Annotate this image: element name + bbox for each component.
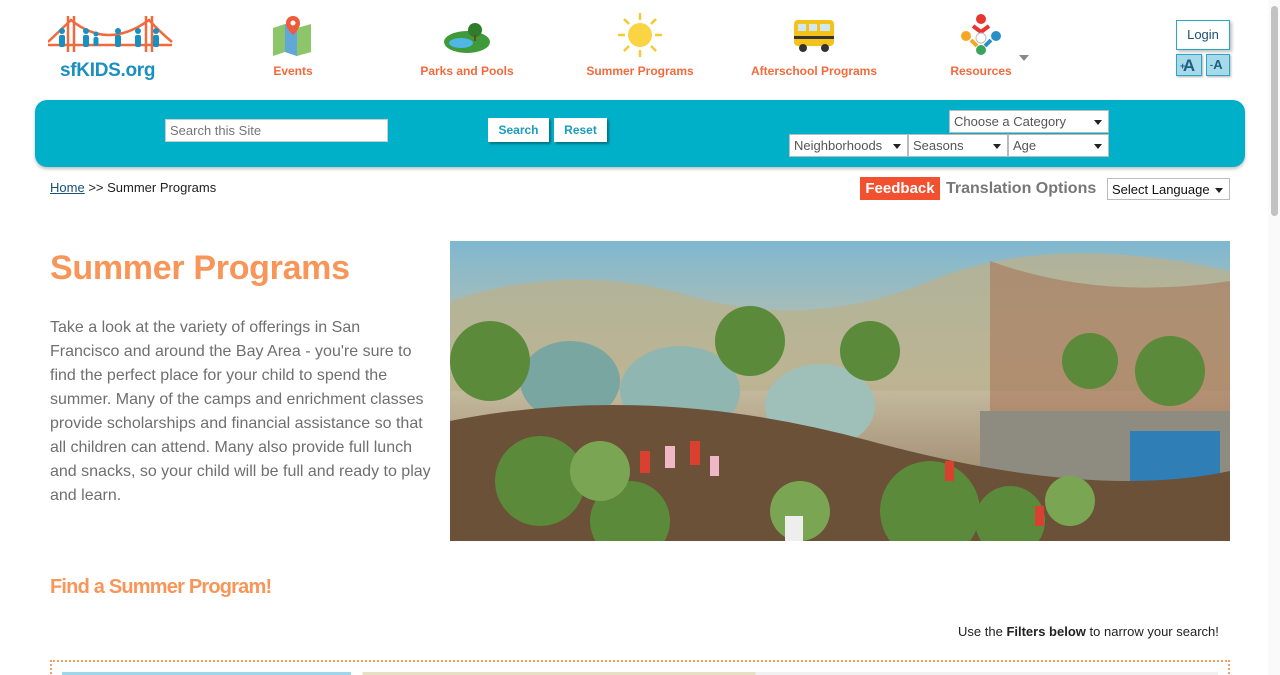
filter-note: Use the Filters below to narrow your sea… [958,624,1219,639]
nav-label: Parks and Pools [420,64,514,78]
garden-mosaic-photo [450,241,1230,541]
people-cluster-icon [961,14,1001,55]
font-increase-button[interactable]: + A [1176,54,1202,76]
breadcrumb-home-link[interactable]: Home [50,180,85,195]
park-pool-icon [444,23,490,53]
breadcrumb-current: Summer Programs [107,180,217,195]
filter-note-suffix: to narrow your search! [1089,624,1219,639]
plus-icon: + [1180,61,1186,71]
resources-dropdown-caret-icon[interactable] [1019,55,1029,61]
school-bus-icon [794,20,834,52]
sun-icon [618,13,662,57]
translation-options-label: Translation Options [946,180,1097,197]
nav-label: Summer Programs [586,64,694,78]
nav-item-summer-programs[interactable]: Summer Programs [565,12,715,78]
nav-item-resources[interactable]: Resources [906,12,1056,78]
neighborhoods-select[interactable]: Neighborhoods [789,134,908,157]
intro-paragraph: Take a look at the variety of offerings … [50,319,431,504]
reset-button[interactable]: Reset [554,118,607,142]
search-button[interactable]: Search [488,118,549,142]
scrollbar-thumb[interactable] [1271,6,1278,216]
site-logo[interactable]: sfKIDS.org [47,12,174,82]
map-pin-icon [273,16,311,56]
font-decrease-button[interactable]: -A [1206,54,1230,76]
minus-icon: - [1210,60,1213,70]
language-select[interactable]: Select Language [1107,178,1230,200]
nav-item-parks-pools[interactable]: Parks and Pools [392,12,542,78]
seasons-select[interactable]: Seasons [908,134,1008,157]
nav-item-afterschool-programs[interactable]: Afterschool Programs [739,12,889,78]
golden-gate-bridge-logo-icon [47,16,173,52]
breadcrumb-separator: >> [88,180,104,195]
nav-label: Events [273,64,313,78]
breadcrumb: Home >> Summer Programs [50,180,216,195]
font-decrease-label: A [1213,57,1223,72]
filter-note-prefix: Use the [958,624,1003,639]
login-button[interactable]: Login [1176,20,1230,50]
find-program-heading: Find a Summer Program! [50,576,272,598]
page-scrollbar[interactable] [1268,0,1280,675]
page-title: Summer Programs [50,249,350,287]
hero-image [450,241,1230,541]
age-select[interactable]: Age [1008,134,1109,157]
filter-note-bold: Filters below [1006,624,1086,639]
nav-label: Afterschool Programs [750,64,878,78]
search-bar: Search Reset Choose a Category Neighborh… [35,100,1245,167]
nav-item-events[interactable]: Events [218,12,368,78]
feedback-button[interactable]: Feedback [860,177,940,200]
search-input[interactable] [165,119,388,142]
nav-label: Resources [950,64,1012,78]
category-select[interactable]: Choose a Category [949,110,1109,133]
logo-text: sfKIDS.org [60,60,156,81]
